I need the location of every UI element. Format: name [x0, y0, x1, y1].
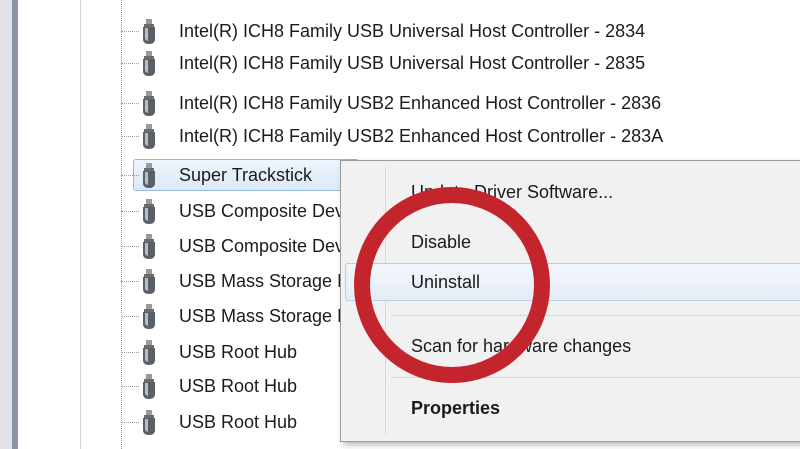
menu-item-label: Properties: [411, 398, 501, 418]
tree-branch-line: [121, 175, 139, 176]
device-tree-item-label: Super Trackstick: [179, 165, 313, 185]
usb-device-icon: [143, 124, 155, 149]
device-tree-item-label: Intel(R) ICH8 Family USB2 Enhanced Host …: [179, 93, 662, 113]
device-tree-item-label: Intel(R) ICH8 Family USB2 Enhanced Host …: [179, 126, 664, 146]
usb-device-icon: [143, 269, 155, 294]
usb-device-icon: [143, 410, 155, 435]
tree-branch-line: [121, 31, 139, 32]
window-left-border: [12, 0, 18, 449]
tree-branch-line: [121, 316, 139, 317]
usb-device-icon: [143, 340, 155, 365]
annotation-highlight-circle: [354, 187, 550, 383]
device-tree-item[interactable]: Intel(R) ICH8 Family USB2 Enhanced Host …: [121, 86, 800, 122]
device-tree-item-label: USB Root Hub: [179, 376, 298, 396]
tree-branch-line: [121, 211, 139, 212]
tree-branch-line: [121, 422, 139, 423]
device-tree-item-label: USB Root Hub: [179, 342, 298, 362]
tree-branch-line: [121, 386, 139, 387]
device-tree-item-label: Intel(R) ICH8 Family USB Universal Host …: [179, 21, 646, 41]
usb-device-icon: [143, 163, 155, 188]
device-tree-item-label: USB Composite Device: [179, 201, 368, 221]
tree-branch-line: [121, 103, 139, 104]
usb-device-icon: [143, 51, 155, 76]
usb-device-icon: [143, 199, 155, 224]
device-tree-item[interactable]: Intel(R) ICH8 Family USB Universal Host …: [121, 46, 800, 82]
tree-branch-line: [121, 246, 139, 247]
usb-device-icon: [143, 234, 155, 259]
usb-device-icon: [143, 19, 155, 44]
device-tree-item-label: Intel(R) ICH8 Family USB Universal Host …: [179, 53, 646, 73]
tree-gutter-line: [80, 0, 81, 449]
usb-device-icon: [143, 374, 155, 399]
device-tree-item[interactable]: Intel(R) ICH8 Family USB2 Enhanced Host …: [121, 119, 800, 155]
tree-branch-line: [121, 352, 139, 353]
usb-device-icon: [143, 304, 155, 329]
device-tree-item-label: USB Composite Device: [179, 236, 368, 256]
window-left-edge: [0, 0, 12, 449]
device-tree-item-label: USB Root Hub: [179, 412, 298, 432]
usb-device-icon: [143, 91, 155, 116]
tree-branch-line: [121, 63, 139, 64]
menu-item-properties[interactable]: Properties: [345, 389, 800, 427]
device-tree-item[interactable]: Intel(R) ICH8 Family USB Universal Host …: [121, 14, 800, 50]
tree-branch-line: [121, 136, 139, 137]
tree-branch-line: [121, 281, 139, 282]
